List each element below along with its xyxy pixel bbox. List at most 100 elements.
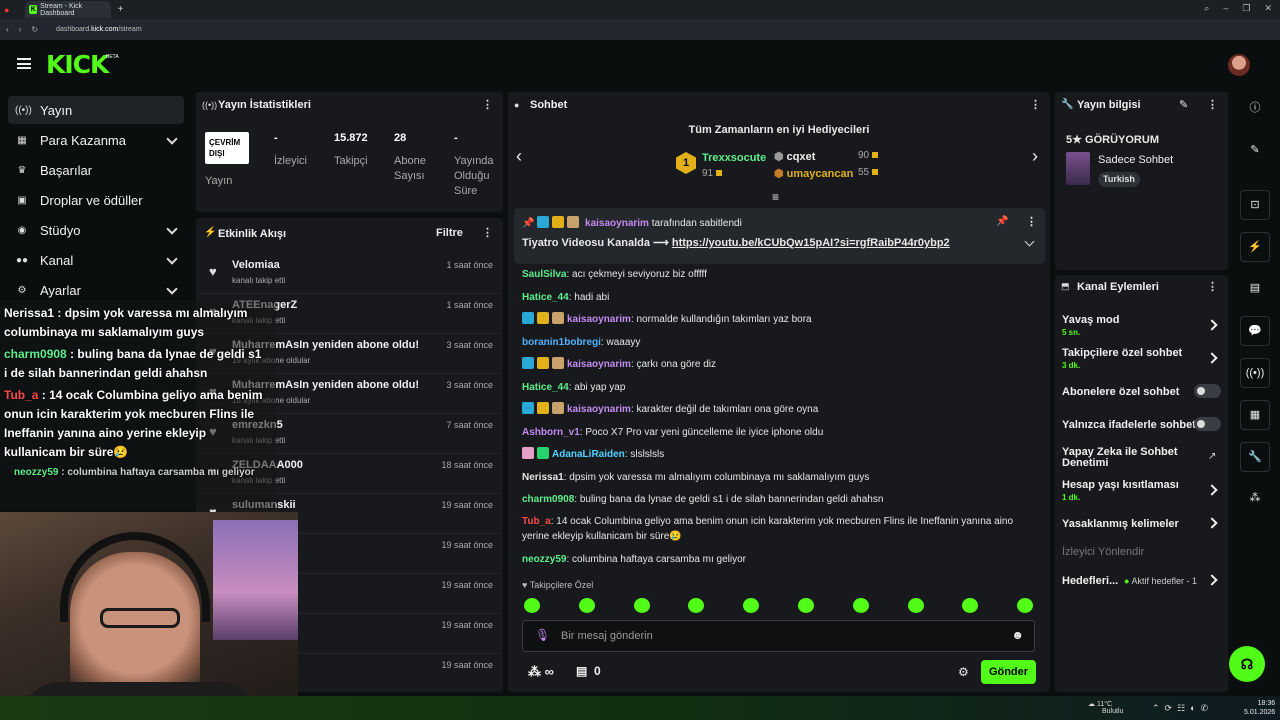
wrench-icon[interactable]: 🔧: [1240, 442, 1270, 472]
category-name[interactable]: Sadece Sohbet: [1098, 154, 1173, 166]
reload-icon[interactable]: ↻: [31, 25, 38, 34]
banned-words-label[interactable]: Yasaklanmış kelimeler: [1062, 518, 1179, 530]
chat-username[interactable]: boranin1bobregi: [522, 337, 601, 348]
focus-icon[interactable]: ⊡: [1240, 190, 1270, 220]
goals-status: ● Aktif hedefler - 1: [1124, 576, 1197, 586]
followers-chat-label[interactable]: Takipçilere özel sohbet: [1062, 347, 1182, 359]
chat-username[interactable]: Ashborn_v1: [522, 427, 580, 438]
emote-icon[interactable]: [524, 598, 540, 613]
browser-menu-icon[interactable]: ●: [4, 5, 9, 15]
chat-settings-icon[interactable]: ⚙: [958, 665, 969, 679]
weather-widget[interactable]: ☁ 11°C Bulutlu: [1088, 700, 1123, 715]
chat-input[interactable]: 🎙 Bir mesaj gönderin ☻: [522, 620, 1035, 652]
chat-username[interactable]: Hatice_44: [522, 292, 569, 303]
pinned-link[interactable]: https://youtu.be/kCUbQw15pAI?si=rgfRaibP…: [672, 237, 950, 249]
chat-username[interactable]: Nerissa1: [522, 472, 564, 483]
gift-counter[interactable]: ▤ 0: [576, 664, 601, 678]
info-icon[interactable]: ⓘ: [1240, 94, 1270, 124]
more-options-icon[interactable]: ⋮: [1030, 98, 1041, 111]
chat-username[interactable]: kaisaoynarim: [567, 359, 631, 370]
more-options-icon[interactable]: ⋮: [482, 98, 493, 111]
emote-icon[interactable]: [907, 598, 924, 613]
hamburger-menu-icon[interactable]: [17, 58, 31, 69]
vip-badge-icon: [552, 216, 565, 228]
age-restriction-label[interactable]: Hesap yaşı kısıtlaması: [1062, 479, 1179, 491]
emote-icon[interactable]: [578, 598, 595, 613]
unpin-icon[interactable]: 📌: [996, 216, 1008, 227]
back-icon[interactable]: ‹: [6, 25, 9, 34]
event-time: 18 saat önce: [441, 460, 493, 470]
collapse-icon[interactable]: ≡: [772, 190, 779, 204]
emote-icon[interactable]: [852, 598, 869, 613]
forward-icon[interactable]: ›: [19, 25, 22, 34]
chat-username[interactable]: neozzy59: [522, 554, 566, 565]
chat-icon[interactable]: 💬: [1240, 316, 1270, 346]
sidebar-item-yayin[interactable]: ((•)) Yayın: [8, 96, 184, 124]
chat-username[interactable]: AdanaLiRaiden: [552, 449, 625, 460]
sidebar-item-droplar[interactable]: ▣ Droplar ve ödüller: [8, 186, 184, 214]
sidebar-item-studyo[interactable]: ◉ Stüdyo: [8, 216, 184, 244]
goals-label[interactable]: Hedefleri...: [1062, 575, 1118, 587]
chat-username[interactable]: kaisaoynarim: [567, 404, 631, 415]
clock[interactable]: 18:36 5.01.2026: [1244, 699, 1275, 717]
more-options-icon[interactable]: ⋮: [1207, 98, 1218, 111]
chat-text: çarkı ona göre diz: [636, 359, 717, 370]
stat-uptime: - Yayında Olduğu Süre: [454, 132, 500, 199]
url-field[interactable]: dashboard.kick.com/stream: [56, 26, 142, 33]
top-gifter-name[interactable]: Trexxsocute: [702, 152, 766, 164]
pencil-icon[interactable]: ✎: [1240, 136, 1270, 166]
followers-only-label: ♥ Takipçilere Özel: [522, 580, 594, 590]
microphone-icon[interactable]: 🎙: [535, 628, 550, 642]
send-button[interactable]: Gönder: [981, 660, 1036, 684]
emote-chat-label: Yalnızca ifadelerle sohbet: [1062, 419, 1196, 431]
emote-icon[interactable]: [798, 598, 814, 613]
document-icon[interactable]: ▤: [1240, 274, 1270, 304]
chat-message: kaisaoynarim: çarkı ona göre diz: [522, 357, 1032, 372]
edit-icon[interactable]: ✎: [1179, 98, 1188, 111]
chat-username[interactable]: SaulSilva: [522, 269, 566, 280]
maximize-icon[interactable]: ❐: [1242, 3, 1250, 14]
chevron-left-icon[interactable]: ‹: [516, 146, 522, 167]
chevron-down-icon[interactable]: [1024, 236, 1035, 247]
more-options-icon[interactable]: ⋮: [1026, 215, 1037, 228]
sidebar-item-para-kazanma[interactable]: ▦ Para Kazanma: [8, 126, 184, 154]
more-options-icon[interactable]: ⋮: [482, 226, 493, 239]
emoji-icon[interactable]: ☻: [1011, 628, 1024, 642]
lightning-icon[interactable]: ⚡: [1240, 232, 1270, 262]
emote-icon[interactable]: [633, 598, 650, 613]
broadcast-icon[interactable]: ((•)): [1240, 358, 1270, 388]
new-tab-icon[interactable]: +: [117, 4, 123, 15]
external-link-icon[interactable]: ↗: [1208, 451, 1216, 462]
minimize-icon[interactable]: –: [1223, 3, 1228, 14]
kick-logo[interactable]: KICK: [46, 50, 109, 79]
chat-username[interactable]: kaisaoynarim: [567, 314, 631, 325]
sidebar-item-kanal[interactable]: ●● Kanal: [8, 246, 184, 274]
support-chat-button[interactable]: ☊: [1229, 646, 1265, 682]
chat-message: neozzy59: columbina haftaya carsamba mı …: [522, 554, 747, 565]
sidebar-item-basarilar[interactable]: ♛ Başarılar: [8, 156, 184, 184]
user-avatar[interactable]: [1228, 54, 1250, 76]
layout-icon[interactable]: ▦: [1240, 400, 1270, 430]
gifter-name[interactable]: ⬢ umaycancan: [774, 167, 853, 180]
stat-status: ÇEVRİM DIŞI Yayın: [205, 132, 249, 189]
slow-mode-label[interactable]: Yavaş mod: [1062, 314, 1119, 326]
ai-moderation-label[interactable]: Yapay Zeka ile Sohbet Denetimi: [1062, 447, 1182, 469]
system-tray-icons[interactable]: ⌃⟳☷◐✆: [1152, 703, 1213, 714]
stat-label: Takipçi: [334, 155, 368, 167]
chevron-right-icon[interactable]: ›: [1032, 146, 1038, 167]
search-tabs-icon[interactable]: ⌕: [1204, 3, 1209, 14]
subs-chat-toggle[interactable]: [1194, 384, 1221, 398]
channel-points[interactable]: ⁂ ∞: [528, 664, 554, 680]
more-options-icon[interactable]: ⋮: [1207, 280, 1218, 293]
event-desc: kanalı takip etti: [232, 276, 286, 285]
filter-button[interactable]: Filtre: [436, 227, 463, 239]
browser-tab[interactable]: K Stream - Kick Dashboard: [25, 1, 112, 18]
chat-username[interactable]: Hatice_44: [522, 382, 569, 393]
chat-username[interactable]: charm0908: [522, 494, 574, 505]
activity-event[interactable]: ♥ Velomiaa kanalı takip etti 1 saat önce: [201, 254, 501, 294]
users-icon[interactable]: ⁂: [1240, 484, 1270, 514]
emote-chat-toggle[interactable]: [1194, 417, 1221, 431]
gifter-name[interactable]: ⬢ cqxet: [774, 150, 815, 163]
close-icon[interactable]: ✕: [1264, 3, 1272, 14]
chat-username[interactable]: Tub_a: [522, 516, 551, 527]
